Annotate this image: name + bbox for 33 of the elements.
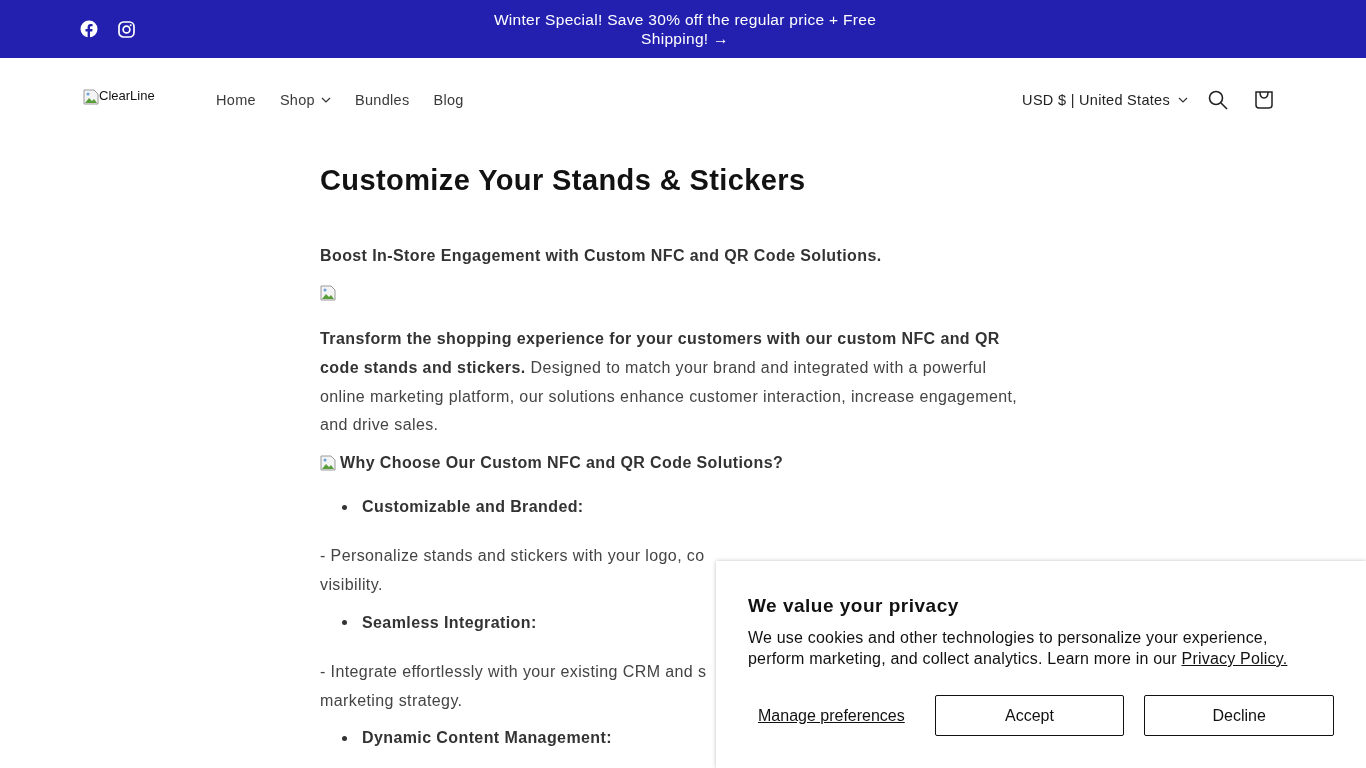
facebook-icon[interactable]	[80, 20, 98, 38]
feature-heading: Seamless Integration:	[362, 613, 537, 632]
nav-link[interactable]: Home	[204, 84, 268, 116]
nav-link[interactable]: Blog	[421, 84, 476, 116]
section-heading: Why Choose Our Custom NFC and QR Code Solutions?	[340, 454, 784, 473]
nav-link[interactable]: Bundles	[342, 84, 422, 116]
nav-link[interactable]: Shop	[267, 84, 343, 116]
broken-image-icon	[320, 285, 336, 301]
bullet-icon	[342, 504, 347, 510]
lead-text: Boost In-Store Engagement with Custom NFC and QR Code Solutions.	[320, 247, 883, 265]
feature-heading: Customizable and Branded:	[362, 498, 584, 517]
cart-icon[interactable]	[1252, 88, 1276, 112]
announcement-link[interactable]: Winter Special! Save 30% off the regular price + Free Shipping! →	[470, 10, 900, 48]
consent-button[interactable]: Accept	[934, 695, 1125, 736]
paragraph: - Personalize stands and stickers with your logo, co visibility.	[320, 546, 705, 595]
bullet-icon	[342, 735, 347, 741]
broken-image-icon	[320, 455, 336, 472]
paragraph: - Integrate effortlessly with your existing CRM and s marketing strategy.	[320, 661, 707, 711]
consent-button[interactable]: Decline	[1144, 695, 1334, 736]
chevron-down-icon	[1178, 97, 1188, 103]
manage-preferences-link[interactable]: Manage preferences	[758, 706, 935, 725]
bullet-icon	[342, 620, 347, 626]
currency-selector[interactable]: USD $ | United States	[1022, 92, 1188, 108]
paragraph: Transform the shopping experience for your customers with our custom NFC and QR code stands and stickers. Designed to match your brand and integrated with a powerful online marketing platform, our solutions enhance customer interaction, increase engagement, and drive sales.	[320, 329, 1019, 436]
instagram-icon[interactable]	[118, 20, 135, 38]
feature-heading: Dynamic Content Management:	[362, 729, 612, 748]
search-icon[interactable]	[1208, 90, 1228, 110]
privacy-policy-link[interactable]: Privacy Policy.	[1181, 650, 1288, 667]
cookie-text: We use cookies and other technologies to personalize your experience, perform marketing, and collect analytics. Learn more in our Privacy Policy.	[748, 628, 1289, 669]
page-title: Customize Your Stands & Stickers	[320, 164, 807, 197]
broken-image-icon	[83, 89, 99, 105]
logo-image[interactable]: ClearLine	[83, 89, 204, 105]
cookie-title: We value your privacy	[748, 595, 960, 617]
